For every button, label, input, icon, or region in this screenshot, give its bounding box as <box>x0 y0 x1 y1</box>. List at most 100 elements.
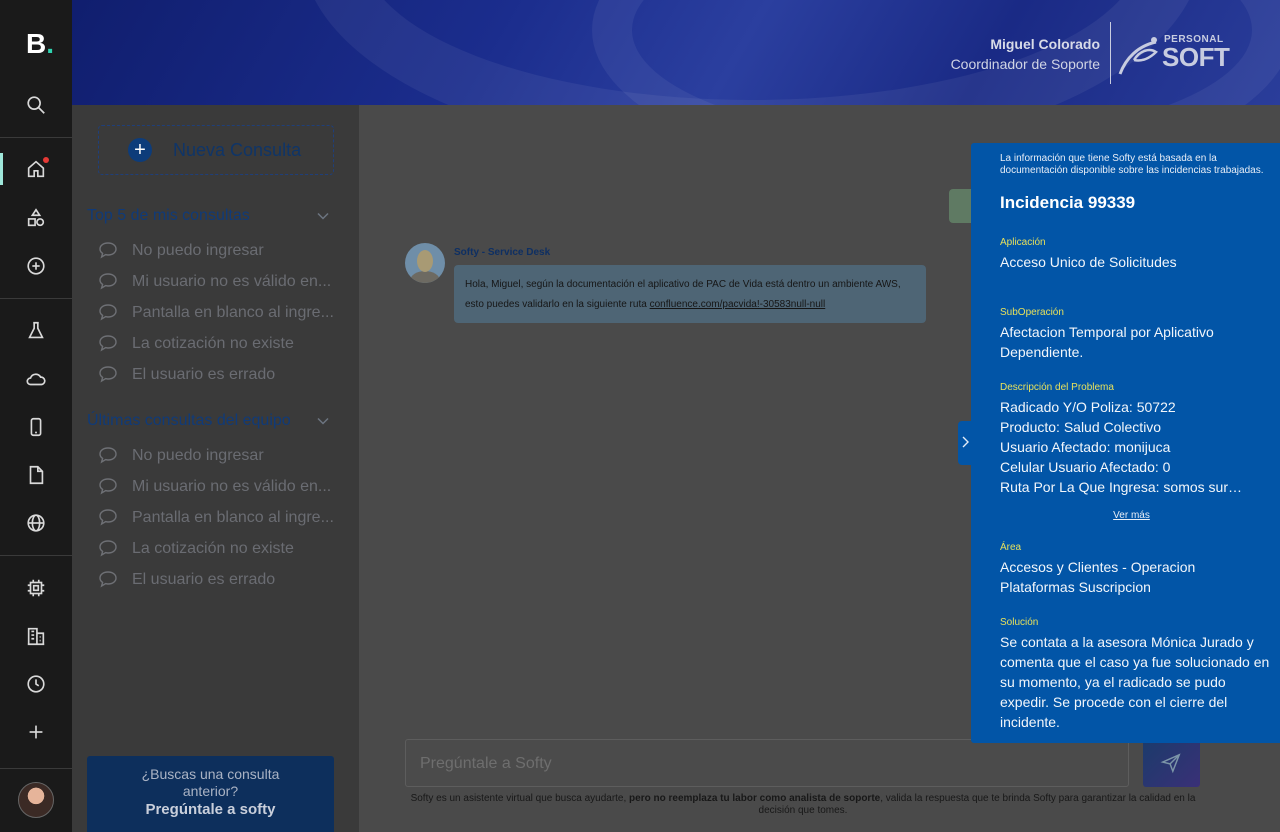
list-item[interactable]: Mi usuario no es válido en... <box>98 270 338 294</box>
top5-title[interactable]: Top 5 de mis consultas <box>87 207 250 225</box>
list-item-label: El usuario es errado <box>132 366 276 383</box>
header-divider <box>1110 22 1111 84</box>
chat-bubble-icon <box>99 304 117 321</box>
consultas-sidebar: + Nueva Consulta Top 5 de mis consultas … <box>72 105 359 832</box>
user-name: Miguel Colorado <box>990 36 1100 52</box>
desc-label: Descripción del Problema <box>1000 382 1114 393</box>
ask-softy-link[interactable]: Pregúntale a softy <box>87 801 334 818</box>
desc-line: Producto: Salud Colectivo <box>1000 419 1162 435</box>
chat-input[interactable]: Pregúntale a Softy <box>405 739 1129 787</box>
list-item[interactable]: La cotización no existe <box>98 332 338 356</box>
user-avatar[interactable] <box>18 782 54 818</box>
softy-avatar <box>405 243 445 283</box>
desc-line: Usuario Afectado: monijuca <box>1000 439 1171 455</box>
bot-message-bubble: Hola, Miguel, según la documentación el … <box>454 265 926 323</box>
rail-divider <box>0 555 72 556</box>
drawer-note: La información que tiene Softy está basa… <box>1000 153 1264 176</box>
add-circle-icon[interactable] <box>24 254 48 278</box>
chat-bubble-icon <box>99 273 117 290</box>
ask-prompt: ¿Buscas una consulta anterior? <box>141 766 280 799</box>
shapes-icon[interactable] <box>24 206 48 230</box>
solution-value: Se contata a la asesora Mónica Jurado y … <box>1000 634 1270 730</box>
chat-bubble-icon <box>99 335 117 352</box>
disclaimer-text: Softy es un asistente virtual que busca … <box>410 793 630 804</box>
search-icon[interactable] <box>24 93 48 117</box>
chat-bubble-icon <box>99 242 117 259</box>
list-item[interactable]: La cotización no existe <box>98 537 338 561</box>
active-indicator <box>0 153 3 185</box>
list-item-label: La cotización no existe <box>132 540 294 557</box>
list-item-label: Mi usuario no es válido en... <box>132 273 332 290</box>
chat-bubble-icon <box>99 540 117 557</box>
drawer-toggle[interactable] <box>958 421 972 465</box>
list-item[interactable]: Mi usuario no es válido en... <box>98 475 338 499</box>
solution-label: Solución <box>1000 617 1039 628</box>
app-label: Aplicación <box>1000 237 1046 248</box>
clock-icon[interactable] <box>24 672 48 696</box>
list-item[interactable]: El usuario es errado <box>98 363 338 387</box>
disclaimer-bold: pero no reemplaza tu labor como analista… <box>629 793 881 804</box>
list-item-label: No puedo ingresar <box>132 242 264 259</box>
subop-value: Afectacion Temporal por Aplicativo Depen… <box>1000 324 1214 360</box>
left-rail: B. <box>0 0 72 832</box>
bot-name: Softy - Service Desk <box>454 247 551 258</box>
top-header: Miguel Colorado Coordinador de Soporte P… <box>72 0 1280 105</box>
send-button[interactable] <box>1143 739 1200 787</box>
team-title[interactable]: Últimas consultas del equipo <box>87 412 291 430</box>
plus-circle-icon: + <box>128 138 152 162</box>
chat-input-placeholder: Pregúntale a Softy <box>420 755 552 772</box>
document-icon[interactable] <box>24 463 48 487</box>
brand-main-text: SOFT <box>1162 42 1230 72</box>
list-item[interactable]: Pantalla en blanco al ingre... <box>98 506 338 530</box>
user-role: Coordinador de Soporte <box>950 56 1100 72</box>
brand-logo: PERSONAL SOFT <box>1116 34 1230 78</box>
list-item-label: Mi usuario no es válido en... <box>132 478 332 495</box>
rail-divider <box>0 298 72 299</box>
new-consulta-button[interactable]: + Nueva Consulta <box>98 125 334 175</box>
brand-swoosh-icon <box>1118 37 1158 75</box>
chevron-right-icon <box>962 436 969 448</box>
area-label: Área <box>1000 542 1022 553</box>
desc-line: Celular Usuario Afectado: 0 <box>1000 459 1171 475</box>
incident-drawer: La información que tiene Softy está basa… <box>971 143 1280 743</box>
globe-icon[interactable] <box>24 511 48 535</box>
chevron-down-icon[interactable] <box>316 209 330 223</box>
building-icon[interactable] <box>24 624 48 648</box>
confluence-link[interactable]: confluence.com/pacvida!-30583null-null <box>650 299 826 310</box>
disclaimer: Softy es un asistente virtual que busca … <box>403 793 1203 817</box>
area-value: Accesos y Clientes - Operacion Plataform… <box>1000 559 1196 595</box>
chip-icon[interactable] <box>24 576 48 600</box>
send-icon <box>1160 753 1181 774</box>
notification-dot <box>43 157 49 163</box>
mobile-icon[interactable] <box>24 415 48 439</box>
desc-line: Radicado Y/O Poliza: 50722 <box>1000 399 1176 415</box>
subop-label: SubOperación <box>1000 307 1064 318</box>
list-item-label: Pantalla en blanco al ingre... <box>132 509 334 526</box>
list-item[interactable]: El usuario es errado <box>98 568 338 592</box>
incident-title: Incidencia 99339 <box>1000 193 1136 212</box>
cloud-icon[interactable] <box>24 367 48 391</box>
list-item-label: El usuario es errado <box>132 571 276 588</box>
rail-divider <box>0 137 72 138</box>
list-item-label: La cotización no existe <box>132 335 294 352</box>
chevron-down-icon[interactable] <box>316 414 330 428</box>
ask-softy-box[interactable]: ¿Buscas una consulta anterior? Pregúntal… <box>87 756 334 832</box>
list-item[interactable]: No puedo ingresar <box>98 444 338 468</box>
plus-icon[interactable] <box>24 720 48 744</box>
list-item[interactable]: No puedo ingresar <box>98 239 338 263</box>
flask-icon[interactable] <box>24 319 48 343</box>
chat-bubble-icon <box>99 571 117 588</box>
new-consulta-label: Nueva Consulta <box>173 140 302 160</box>
list-item-label: Pantalla en blanco al ingre... <box>132 304 334 321</box>
list-item[interactable]: Pantalla en blanco al ingre... <box>98 301 338 325</box>
app-value: Acceso Unico de Solicitudes <box>1000 254 1177 270</box>
chat-bubble-icon <box>99 366 117 383</box>
desc-line: Ruta Por La Que Ingresa: somos sura - pl… <box>1000 479 1248 495</box>
chat-bubble-icon <box>99 447 117 464</box>
chat-bubble-icon <box>99 478 117 495</box>
app-logo[interactable]: B. <box>26 28 54 60</box>
rail-divider <box>0 768 72 769</box>
see-more-link[interactable]: Ver más <box>971 510 1280 521</box>
chat-bubble-icon <box>99 509 117 526</box>
list-item-label: No puedo ingresar <box>132 447 264 464</box>
